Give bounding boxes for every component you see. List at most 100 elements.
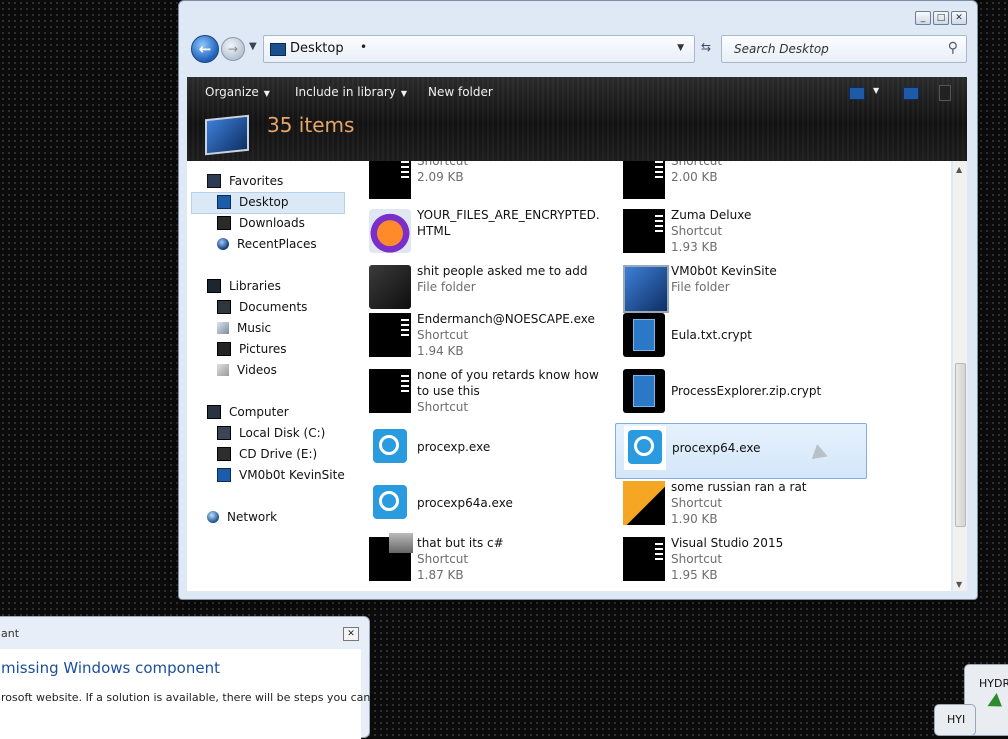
address-dropdown-icon[interactable]: ▼	[677, 43, 684, 53]
file-name: procexp64.exe	[672, 441, 761, 455]
breadcrumb-separator-icon[interactable]: •	[360, 40, 367, 54]
forward-button[interactable]: →	[221, 37, 245, 61]
file-type: Shortcut	[417, 328, 469, 342]
nav-desktop[interactable]: Desktop	[217, 192, 289, 212]
file-item[interactable]: Endermanch@NOESCAPE.exe Shortcut 1.94 KB	[361, 311, 611, 365]
nav-libraries[interactable]: Libraries	[207, 276, 281, 296]
kevinsite-drive-icon	[217, 468, 231, 482]
file-item[interactable]: procexp.exe	[361, 423, 611, 477]
nav-computer[interactable]: Computer	[207, 402, 289, 422]
file-item[interactable]: that but its c# Shortcut 1.87 KB	[361, 533, 611, 589]
file-item[interactable]: shit people asked me to add File folder	[361, 263, 611, 317]
file-item[interactable]: procexp64a.exe	[361, 479, 611, 533]
nav-pictures[interactable]: Pictures	[217, 339, 287, 359]
preview-pane-icon[interactable]	[903, 87, 919, 100]
help-icon[interactable]	[939, 85, 951, 101]
address-bar[interactable]: Desktop • ▼	[263, 35, 695, 63]
search-input[interactable]: Search Desktop ⚲	[721, 35, 967, 63]
chevron-down-icon: ▼	[400, 89, 408, 98]
organize-label: Organize	[205, 85, 259, 99]
file-item[interactable]: none of you retards know how to use this…	[361, 367, 611, 421]
dialog-close-button[interactable]: ✕	[343, 627, 359, 641]
file-type: Shortcut	[417, 161, 469, 168]
hydra-window-fragment-2[interactable]: HYI	[934, 704, 976, 736]
search-placeholder: Search Desktop	[734, 42, 829, 56]
favorites-icon	[207, 174, 221, 188]
file-size: 1.95 KB	[671, 568, 718, 582]
hydra-label-2: HYI	[947, 713, 966, 726]
view-dropdown-icon[interactable]: ▼	[873, 86, 879, 95]
nav-cd-drive-label: CD Drive (E:)	[239, 447, 318, 461]
nav-kevinsite[interactable]: VM0b0t KevinSite	[217, 465, 345, 485]
file-item[interactable]: YOUR_FILES_ARE_ENCRYPTED.HTML	[361, 207, 611, 261]
file-item[interactable]: Shortcut 2.09 KB	[361, 161, 611, 207]
recent-places-icon	[217, 238, 229, 250]
nav-network[interactable]: Network	[207, 507, 277, 527]
address-row: ← → ▼ Desktop • ▼ ⇆ Search Desktop ⚲	[189, 31, 967, 67]
file-item[interactable]: some russian ran a rat Shortcut 1.90 KB	[615, 479, 865, 533]
scroll-down-icon[interactable]: ▼	[956, 580, 962, 589]
nav-cd-drive[interactable]: CD Drive (E:)	[217, 444, 317, 464]
file-name: Eula.txt.crypt	[671, 328, 752, 342]
dialog-title: ant	[1, 627, 20, 640]
nav-desktop-label: Desktop	[239, 195, 289, 209]
nav-network-label: Network	[227, 510, 278, 524]
crypt-file-icon	[623, 369, 665, 413]
libraries-icon	[207, 279, 221, 293]
shortcut-icon	[369, 533, 413, 581]
file-item[interactable]: Shortcut 2.00 KB	[615, 161, 865, 207]
nav-computer-label: Computer	[229, 405, 289, 419]
back-button[interactable]: ←	[191, 35, 219, 63]
file-item-selected[interactable]: procexp64.exe	[615, 423, 867, 479]
close-button[interactable]: ✕	[951, 11, 967, 25]
nav-music[interactable]: Music	[217, 318, 271, 338]
new-folder-button[interactable]: New folder	[428, 85, 493, 99]
file-item[interactable]: Visual Studio 2015 Shortcut 1.95 KB	[615, 535, 865, 589]
search-icon[interactable]: ⚲	[948, 40, 958, 56]
nav-libraries-label: Libraries	[229, 279, 281, 293]
items-count: 35 items	[267, 113, 355, 137]
firefox-html-icon	[369, 209, 411, 253]
file-size: 1.94 KB	[417, 344, 464, 358]
folder-icon	[623, 265, 669, 313]
shortcut-icon	[623, 161, 665, 199]
desktop-folder-icon	[205, 114, 249, 156]
file-size: 2.09 KB	[417, 170, 464, 184]
navigation-pane: Favorites Desktop Downloads RecentPlaces…	[187, 161, 357, 591]
nav-music-label: Music	[237, 321, 272, 335]
music-icon	[217, 322, 229, 334]
file-type: Shortcut	[417, 400, 469, 414]
computer-icon	[207, 405, 221, 419]
vertical-scrollbar[interactable]: ▲ ▼	[953, 161, 967, 591]
file-item[interactable]: Eula.txt.crypt	[615, 311, 865, 365]
nav-documents[interactable]: Documents	[217, 297, 307, 317]
process-explorer-icon	[369, 481, 411, 525]
nav-local-disk[interactable]: Local Disk (C:)	[217, 423, 325, 443]
scroll-thumb[interactable]	[955, 363, 966, 527]
scroll-up-icon[interactable]: ▲	[956, 165, 962, 174]
desktop-icon	[217, 195, 231, 209]
file-name: some russian ran a rat	[671, 480, 807, 494]
nav-favorites[interactable]: Favorites	[207, 171, 283, 191]
minimize-button[interactable]: _	[915, 11, 931, 25]
nav-recent-places[interactable]: RecentPlaces	[217, 234, 317, 254]
nav-videos[interactable]: Videos	[217, 360, 277, 380]
crypt-file-icon	[623, 313, 665, 357]
file-type: File folder	[417, 280, 476, 294]
refresh-icon[interactable]: ⇆	[701, 40, 711, 54]
nav-videos-label: Videos	[237, 363, 277, 377]
documents-icon	[217, 300, 231, 314]
file-item[interactable]: Zuma Deluxe Shortcut 1.93 KB	[615, 207, 865, 261]
nav-local-disk-label: Local Disk (C:)	[239, 426, 326, 440]
change-view-icon[interactable]	[849, 87, 865, 100]
cd-drive-icon	[217, 447, 231, 461]
file-item[interactable]: VM0b0t KevinSite File folder	[615, 263, 865, 317]
pictures-icon	[217, 342, 231, 356]
maximize-button[interactable]: □	[933, 11, 949, 25]
nav-downloads[interactable]: Downloads	[217, 213, 305, 233]
organize-button[interactable]: Organize ▼	[205, 85, 270, 99]
file-item[interactable]: ProcessExplorer.zip.crypt	[615, 367, 865, 421]
include-in-library-button[interactable]: Include in library ▼	[295, 85, 407, 99]
downloads-icon	[217, 216, 231, 230]
recent-pages-dropdown[interactable]: ▼	[249, 41, 257, 52]
